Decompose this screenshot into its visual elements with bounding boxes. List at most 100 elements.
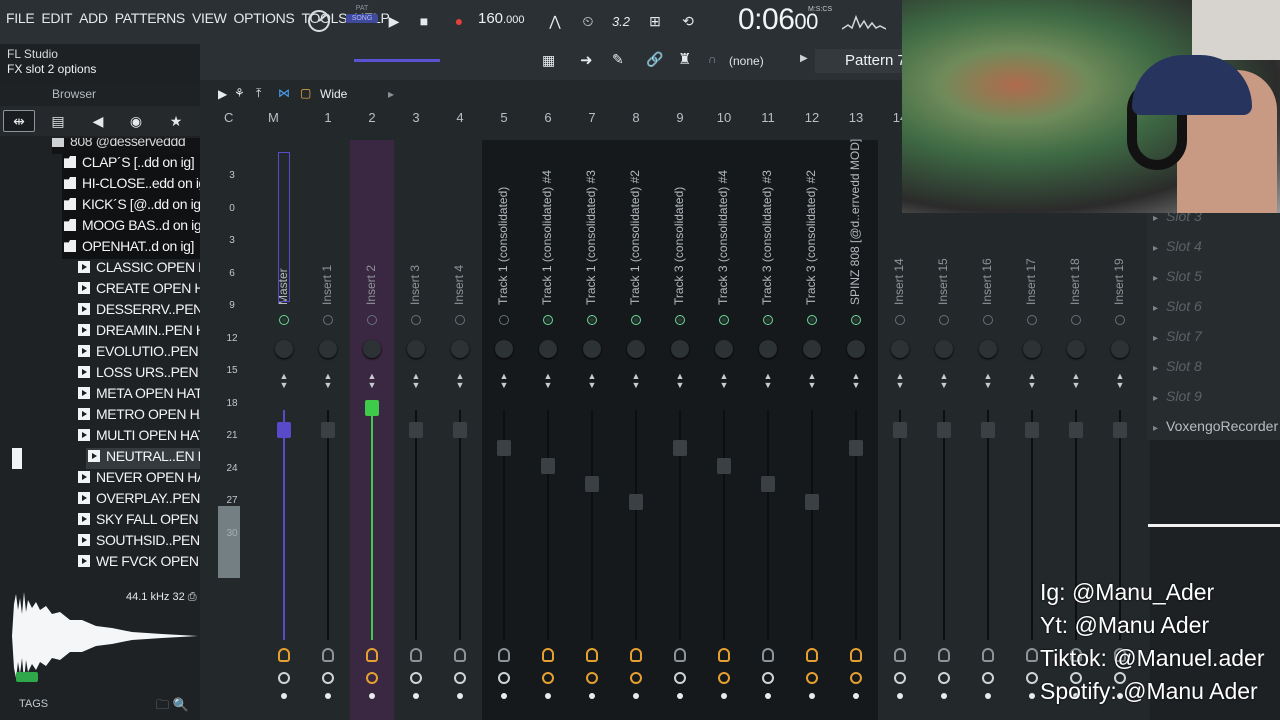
- channel-dot[interactable]: [325, 693, 331, 699]
- volume-fader[interactable]: [673, 440, 687, 456]
- stereo-separation-icon[interactable]: ▲ ▼: [938, 372, 950, 390]
- channel-dot[interactable]: [809, 693, 815, 699]
- tree-file[interactable]: WE FVCK OPEN HAT: [76, 553, 200, 574]
- route-dot[interactable]: [763, 315, 773, 325]
- pan-knob[interactable]: [319, 340, 337, 358]
- volume-fader[interactable]: [717, 458, 731, 474]
- mixer-strip-4[interactable]: Insert 4▲▼▲: [438, 140, 482, 720]
- swap-lr-icon[interactable]: [850, 672, 862, 684]
- route-dot[interactable]: [851, 315, 861, 325]
- midi-input-icon[interactable]: ∩: [708, 52, 717, 66]
- pan-knob[interactable]: [847, 340, 865, 358]
- fx-slot-icon[interactable]: [498, 648, 510, 662]
- volume-fader[interactable]: [453, 422, 467, 438]
- stereo-separation-icon[interactable]: ▲ ▼: [366, 372, 378, 390]
- mixer-icon[interactable]: ♜: [678, 50, 691, 68]
- swap-lr-icon[interactable]: [498, 672, 510, 684]
- master-lock-icon[interactable]: [278, 672, 290, 684]
- fx-slot-icon[interactable]: [982, 648, 994, 662]
- tree-file[interactable]: SOUTHSID..PEN HAT: [76, 532, 200, 553]
- swap-lr-icon[interactable]: [938, 672, 950, 684]
- master-stereo-icon[interactable]: ▲ ▼: [278, 372, 290, 390]
- pan-knob[interactable]: [1023, 340, 1041, 358]
- record-button[interactable]: ●: [449, 10, 469, 32]
- master-dot[interactable]: [281, 693, 287, 699]
- stereo-separation-icon[interactable]: ▲ ▼: [542, 372, 554, 390]
- piano-roll-icon[interactable]: ▦: [542, 52, 555, 69]
- tree-folder[interactable]: KICK´S [@..dd on ig]: [62, 196, 200, 217]
- channel-dot[interactable]: [941, 693, 947, 699]
- menu-item-file[interactable]: FILE: [6, 10, 35, 26]
- mixer-tools-icon[interactable]: ⚘: [234, 86, 245, 100]
- swap-lr-icon[interactable]: [542, 672, 554, 684]
- volume-fader[interactable]: [585, 476, 599, 492]
- pan-knob[interactable]: [891, 340, 909, 358]
- tree-file[interactable]: METRO OPEN HAT: [76, 406, 200, 427]
- tree-file[interactable]: CREATE OPEN HAT: [76, 280, 200, 301]
- channel-dot[interactable]: [545, 693, 551, 699]
- stereo-separation-icon[interactable]: ▲ ▼: [322, 372, 334, 390]
- stereo-separation-icon[interactable]: ▲ ▼: [894, 372, 906, 390]
- swap-lr-icon[interactable]: [762, 672, 774, 684]
- volume-fader[interactable]: [497, 440, 511, 456]
- route-dot[interactable]: [983, 315, 993, 325]
- swap-lr-icon[interactable]: [410, 672, 422, 684]
- pan-knob[interactable]: [407, 340, 425, 358]
- current-project-icon[interactable]: ▤: [42, 110, 74, 132]
- route-dot[interactable]: [455, 315, 465, 325]
- master-volume-slider[interactable]: [354, 59, 440, 62]
- stereo-separation-icon[interactable]: ▲ ▼: [454, 372, 466, 390]
- fx-slot-icon[interactable]: [410, 648, 422, 662]
- route-dot[interactable]: [587, 315, 597, 325]
- pan-knob[interactable]: [451, 340, 469, 358]
- stereo-separation-icon[interactable]: ▲ ▼: [1114, 372, 1126, 390]
- route-dot[interactable]: [323, 315, 333, 325]
- stereo-separation-icon[interactable]: ▲ ▼: [1026, 372, 1038, 390]
- fx-slot-icon[interactable]: [674, 648, 686, 662]
- fx-slot-7[interactable]: Slot 7: [1153, 328, 1277, 344]
- fx-slot-icon[interactable]: [894, 648, 906, 662]
- pan-knob[interactable]: [759, 340, 777, 358]
- swap-lr-icon[interactable]: [630, 672, 642, 684]
- master-fx-icon[interactable]: [278, 648, 290, 662]
- fx-slot-icon[interactable]: [938, 648, 950, 662]
- tree-file[interactable]: SKY FALL OPEN HAT: [76, 511, 200, 532]
- channel-dot[interactable]: [413, 693, 419, 699]
- fx-slot-icon[interactable]: [542, 648, 554, 662]
- stereo-separation-icon[interactable]: ▲ ▼: [630, 372, 642, 390]
- master-pan-knob[interactable]: [275, 340, 293, 358]
- swap-lr-icon[interactable]: [894, 672, 906, 684]
- pan-knob[interactable]: [539, 340, 557, 358]
- mixer-link-icon[interactable]: ⋈: [278, 86, 290, 100]
- pattern-arrow-icon[interactable]: ▶: [800, 53, 808, 64]
- arrow-right-icon[interactable]: ➜: [580, 51, 593, 69]
- tree-file[interactable]: NEVER OPEN HAT: [76, 469, 200, 490]
- tree-folder-partial[interactable]: 808 @desserveddd: [52, 138, 200, 154]
- volume-fader[interactable]: [1113, 422, 1127, 438]
- search-icon[interactable]: 🔍: [173, 697, 189, 712]
- plugin-picker-icon[interactable]: ✎: [612, 51, 624, 68]
- channel-dot[interactable]: [721, 693, 727, 699]
- mixer-strip-5[interactable]: Track 1 (consolidated)▲▼▲: [482, 140, 526, 720]
- tree-file[interactable]: CLASSIC OPEN HAT: [76, 259, 200, 280]
- fx-slot-icon[interactable]: [322, 648, 334, 662]
- pan-knob[interactable]: [363, 340, 381, 358]
- volume-fader[interactable]: [629, 494, 643, 510]
- tree-folder[interactable]: HI-CLOSE..edd on ig]: [62, 175, 200, 196]
- mixer-strip-1[interactable]: Insert 1▲▼▲: [306, 140, 350, 720]
- channel-dot[interactable]: [1029, 693, 1035, 699]
- mixer-strip-6[interactable]: Track 1 (consolidated) #4▲▼▲: [526, 140, 570, 720]
- channel-dot[interactable]: [457, 693, 463, 699]
- metronome-icon[interactable]: ⋀: [543, 10, 567, 32]
- mixer-strip-13[interactable]: SPINZ 808 [@d..errvedd MOD]▲▼▲: [834, 139, 878, 720]
- route-dot[interactable]: [631, 315, 641, 325]
- channel-dot[interactable]: [501, 693, 507, 699]
- tempo-display[interactable]: 160.000: [478, 10, 524, 27]
- fx-slot-icon[interactable]: [454, 648, 466, 662]
- wait-input-icon[interactable]: ⏲: [576, 10, 600, 32]
- channel-dot[interactable]: [677, 693, 683, 699]
- volume-fader[interactable]: [365, 400, 379, 416]
- stereo-separation-icon[interactable]: ▲ ▼: [674, 372, 686, 390]
- favorites-star-icon[interactable]: ★: [160, 110, 192, 132]
- tree-file[interactable]: NEUTRAL..EN HAT: [86, 448, 200, 469]
